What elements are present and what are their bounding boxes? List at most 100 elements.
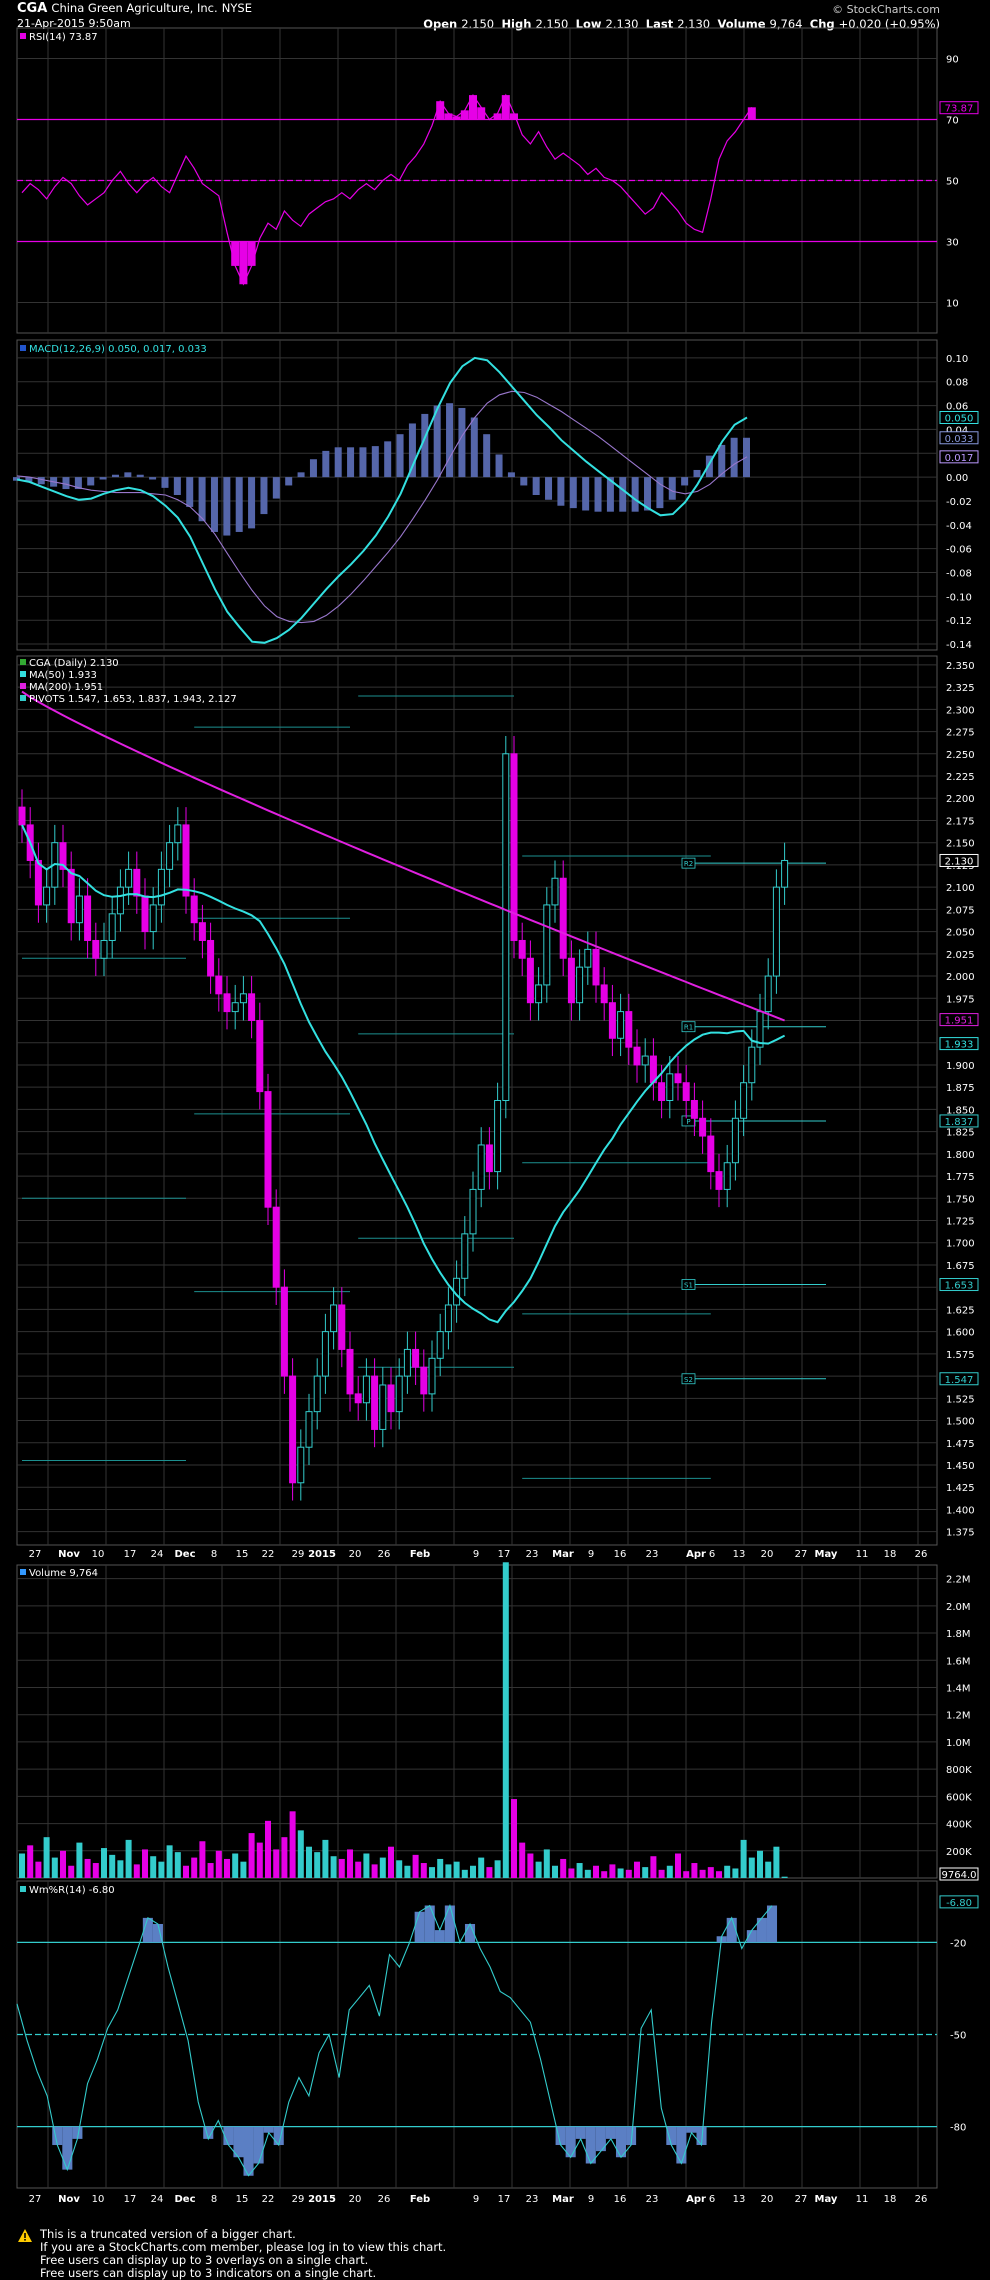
macd-histogram-bar — [619, 477, 627, 512]
x-tick-label: 17 — [124, 2194, 137, 2205]
macd-histogram-bar — [136, 474, 144, 478]
volume-bar — [224, 1858, 230, 1878]
x-tick-label: Dec — [174, 2194, 195, 2205]
x-tick-label: Feb — [410, 1549, 430, 1560]
candle-body — [108, 913, 116, 941]
price-tick-label: 1.500 — [946, 1417, 975, 1428]
volume-bar — [371, 1864, 378, 1878]
volume-bar — [330, 1856, 337, 1878]
volume-bar — [92, 1863, 99, 1878]
candle-body — [43, 886, 51, 906]
volume-bar — [584, 1869, 591, 1878]
macd-histogram-bar — [62, 477, 70, 490]
rsi-tick-label: 10 — [946, 299, 959, 310]
volume-bar — [732, 1868, 739, 1878]
macd-tick-label: -0.04 — [946, 521, 972, 532]
candle-body — [256, 1019, 264, 1093]
candle-body — [617, 1011, 625, 1039]
volume-bar — [445, 1864, 452, 1878]
volume-bar — [207, 1863, 214, 1878]
volume-bar — [363, 1853, 370, 1878]
x-tick-label: Nov — [58, 2194, 80, 2205]
candle-body — [543, 904, 551, 986]
x-tick-label: Mar — [552, 2194, 574, 2205]
volume-bar — [724, 1865, 731, 1878]
candle-body — [330, 1304, 338, 1333]
candle-body — [75, 895, 83, 924]
candle-body — [469, 1188, 477, 1235]
x-tick-label: Dec — [174, 1549, 195, 1560]
volume-bar — [133, 1864, 140, 1878]
willr-value-badge: -6.80 — [946, 1898, 972, 1909]
macd-histogram-bar — [371, 446, 379, 478]
rsi-line — [21, 93, 753, 286]
macd-histogram-bar — [408, 423, 416, 478]
volume-bar — [470, 1865, 476, 1878]
volume-bar — [150, 1856, 157, 1878]
volume-bar — [404, 1865, 411, 1878]
price-tick-label: 2.050 — [946, 928, 975, 939]
volume-bar — [691, 1863, 698, 1878]
volume-tick-label: 2.2M — [946, 1575, 971, 1586]
x-tick-label: 26 — [378, 1549, 391, 1560]
candle-body — [600, 984, 608, 1004]
volume-bar — [27, 1845, 34, 1878]
price-legend-pivots-marker — [20, 695, 26, 701]
price-tick-label: 2.350 — [946, 661, 975, 672]
x-tick-label: 9 — [588, 2194, 594, 2205]
volume-bar — [43, 1837, 50, 1878]
candle-body — [387, 1384, 395, 1413]
macd-histogram-bar — [384, 441, 392, 478]
candle-body — [305, 1411, 313, 1448]
volume-bar — [486, 1867, 493, 1878]
volume-bar — [297, 1830, 304, 1878]
price-tick-label: 1.525 — [946, 1394, 975, 1405]
price-tick-label: 2.075 — [946, 905, 975, 916]
macd-histogram-bar — [507, 472, 515, 478]
candle-body — [133, 868, 141, 897]
candle-body — [215, 975, 223, 995]
volume-bar — [502, 1562, 509, 1878]
volume-tick-label: 1.6M — [946, 1656, 971, 1667]
macd-histogram-bar — [520, 477, 528, 486]
volume-bar — [306, 1846, 312, 1878]
volume-panel-frame — [16, 1564, 938, 1879]
pivot-tag: R1 — [684, 1024, 693, 1032]
volume-bar — [461, 1869, 468, 1878]
price-tick-label: 2.000 — [946, 972, 975, 983]
candle-body — [494, 1100, 502, 1173]
candle-body — [740, 1082, 748, 1119]
x-tick-label: 22 — [262, 1549, 275, 1560]
volume-bar — [35, 1861, 42, 1878]
volume-bar — [617, 1868, 624, 1878]
price-tick-label: 1.625 — [946, 1305, 975, 1316]
volume-bar — [765, 1861, 772, 1878]
volume-bar — [511, 1799, 517, 1878]
macd-histogram-bar — [470, 417, 478, 478]
price-tick-label: 1.700 — [946, 1239, 975, 1250]
candle-body — [67, 868, 75, 924]
macd-histogram-bar — [569, 477, 577, 509]
candle-body — [354, 1393, 362, 1404]
candle-body — [658, 1082, 666, 1101]
rsi-legend: RSI(14) 73.87 — [29, 32, 98, 43]
candle-body — [444, 1304, 452, 1333]
volume-tick-label: 1.2M — [946, 1711, 971, 1722]
price-tick-label: 2.025 — [946, 950, 975, 961]
macd-histogram-bar — [557, 477, 565, 506]
candle-body — [272, 1206, 280, 1288]
candle-body — [526, 957, 534, 1004]
macd-histogram-bar — [198, 477, 206, 522]
macd-histogram-bar — [545, 477, 553, 500]
candle-body — [321, 1331, 329, 1377]
macd-tick-label: -0.14 — [946, 640, 972, 651]
macd-signal-badge: 0.017 — [945, 453, 974, 464]
volume-tick-label: 800K — [946, 1765, 972, 1776]
pivot-tag: S1 — [684, 1282, 693, 1290]
price-panel: 2.350 2.325 2.300 2.275 2.250 2.225 2.200 2.175… — [16, 655, 979, 1546]
rsi-value-badge: 73.87 — [945, 104, 974, 115]
price-legend-ma200-marker — [20, 683, 26, 689]
candle-body — [289, 1375, 297, 1484]
rsi-tick-label: 30 — [946, 238, 959, 249]
candle-body — [379, 1384, 387, 1430]
